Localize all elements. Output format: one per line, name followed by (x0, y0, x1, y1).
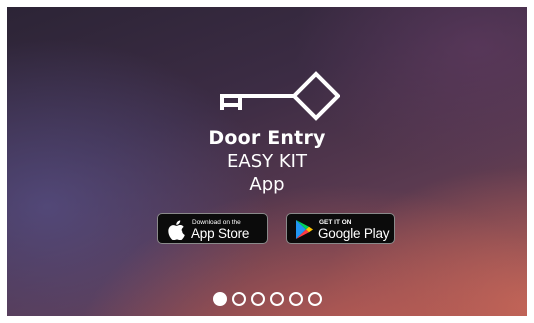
app-title-line2: EASY KIT (227, 151, 307, 172)
page-dot-5[interactable] (288, 292, 303, 306)
page-dot-4[interactable] (269, 292, 284, 306)
google-play-badge[interactable]: GET IT ON Google Play (286, 213, 395, 244)
app-store-small-text: Download on the (192, 219, 241, 226)
google-play-icon (296, 220, 313, 239)
app-store-big-text: App Store (191, 226, 250, 241)
app-store-badge[interactable]: Download on the App Store (157, 213, 268, 244)
page-dot-6[interactable] (307, 292, 322, 306)
page-dot-3[interactable] (250, 292, 265, 306)
app-title-line3: App (249, 174, 285, 195)
onboarding-screen: Door Entry EASY KIT App Download on the … (7, 7, 527, 316)
google-play-small-text: GET IT ON (319, 219, 352, 226)
apple-icon (168, 220, 185, 240)
app-title-line1: Door Entry (208, 127, 326, 149)
page-dot-2[interactable] (231, 292, 246, 306)
page-indicator (7, 292, 527, 306)
key-icon (220, 71, 340, 121)
page-dot-1[interactable] (212, 292, 227, 306)
google-play-big-text: Google Play (318, 226, 390, 241)
